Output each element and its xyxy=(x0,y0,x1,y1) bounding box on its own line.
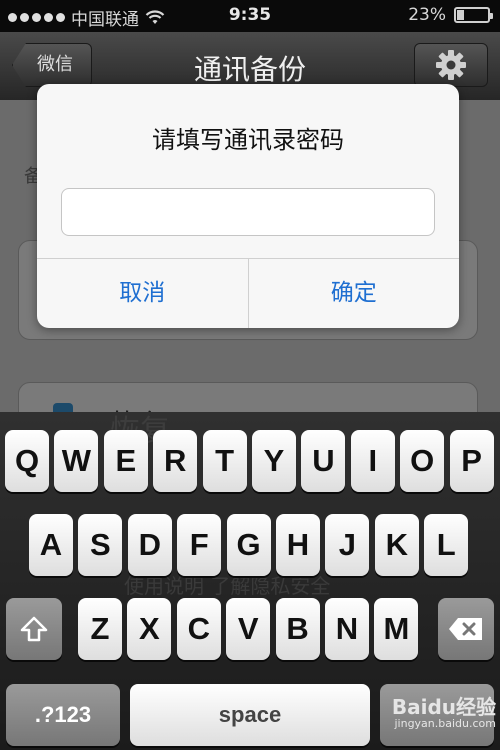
gear-icon xyxy=(436,50,466,80)
key-t[interactable]: T xyxy=(202,430,247,492)
status-bar: 中国联通 9:35 23% xyxy=(0,0,500,32)
space-key[interactable]: space xyxy=(130,684,370,746)
numbers-key[interactable]: .?123 xyxy=(6,684,120,746)
battery-icon xyxy=(454,7,493,23)
key-l[interactable]: L xyxy=(424,514,469,576)
delete-key[interactable] xyxy=(438,598,494,660)
key-q[interactable]: Q xyxy=(5,430,49,492)
keyboard: 恢复 使用说明 了解隐私安全 QWERTYUIOP ASDFGHJKL ZXCV… xyxy=(0,412,500,750)
key-n[interactable]: N xyxy=(325,598,369,660)
key-e[interactable]: E xyxy=(103,430,148,492)
dialog-title: 请填写通讯录密码 xyxy=(152,126,344,154)
key-v[interactable]: V xyxy=(226,598,271,660)
dialog-buttons: 取消 确定 xyxy=(37,258,459,328)
backspace-icon xyxy=(449,618,482,640)
password-dialog: 请填写通讯录密码 取消 确定 xyxy=(37,84,459,328)
shift-key[interactable] xyxy=(6,598,62,660)
key-k[interactable]: K xyxy=(374,514,419,576)
key-d[interactable]: D xyxy=(127,514,172,576)
key-x[interactable]: X xyxy=(127,598,172,660)
key-o[interactable]: O xyxy=(400,430,445,492)
key-y[interactable]: Y xyxy=(252,430,296,492)
key-i[interactable]: I xyxy=(350,430,395,492)
confirm-button[interactable]: 确定 xyxy=(247,259,460,328)
key-s[interactable]: S xyxy=(78,514,123,576)
key-z[interactable]: Z xyxy=(78,598,122,660)
status-right: 23% xyxy=(408,5,493,25)
restore-label: 恢复 xyxy=(111,401,171,412)
key-u[interactable]: U xyxy=(301,430,346,492)
key-b[interactable]: B xyxy=(275,598,320,660)
key-m[interactable]: M xyxy=(374,598,419,660)
key-g[interactable]: G xyxy=(226,514,271,576)
key-w[interactable]: W xyxy=(54,430,99,492)
battery-percent: 23% xyxy=(408,5,446,25)
watermark-site: jingyan.baidu.com xyxy=(394,717,496,730)
key-r[interactable]: R xyxy=(153,430,198,492)
key-j[interactable]: J xyxy=(325,514,370,576)
key-f[interactable]: F xyxy=(177,514,222,576)
phone-icon xyxy=(53,403,73,412)
key-p[interactable]: P xyxy=(449,430,494,492)
key-a[interactable]: A xyxy=(29,514,73,576)
shift-icon xyxy=(20,616,48,642)
cancel-button[interactable]: 取消 xyxy=(37,259,248,328)
baidu-watermark: Baidu经验 jingyan.baidu.com xyxy=(392,697,496,730)
settings-button[interactable] xyxy=(414,43,488,87)
password-input[interactable] xyxy=(61,188,435,236)
key-h[interactable]: H xyxy=(276,514,320,576)
watermark-brand: Baidu经验 xyxy=(391,695,496,719)
restore-card: 恢复 xyxy=(18,382,478,412)
key-c[interactable]: C xyxy=(176,598,221,660)
